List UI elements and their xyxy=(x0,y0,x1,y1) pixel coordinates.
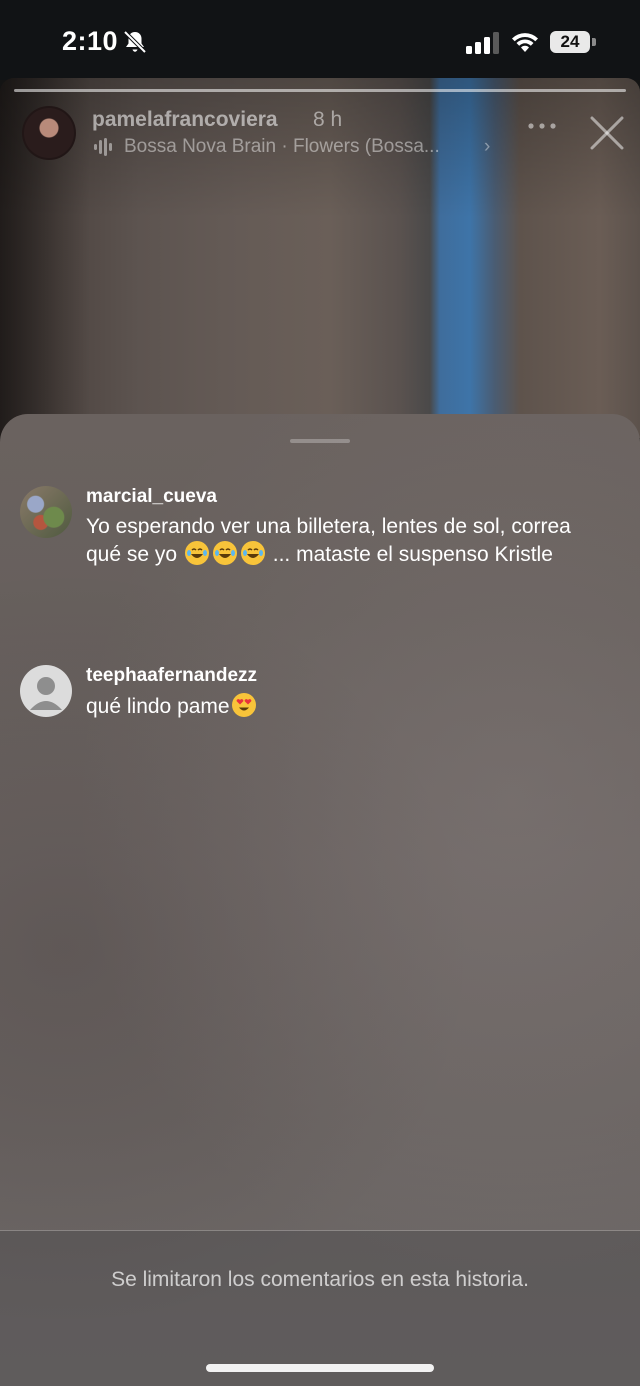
joy-emoji-icon xyxy=(212,540,237,565)
comment-text-start: qué lindo pame xyxy=(86,695,230,718)
battery-tip xyxy=(592,38,596,46)
more-options-icon[interactable] xyxy=(526,116,558,136)
story-header: pamelafrancoviera 8 h Bossa Nova Brain ·… xyxy=(0,100,640,170)
status-bar: 2:10 24 xyxy=(0,0,640,80)
story-time-ago: 8 h xyxy=(313,108,343,131)
battery-level: 24 xyxy=(550,31,590,53)
status-time: 2:10 xyxy=(62,26,119,56)
battery-indicator: 24 xyxy=(550,31,598,55)
comment-username[interactable]: marcial_cueva xyxy=(86,486,217,508)
close-icon[interactable] xyxy=(588,114,626,152)
audio-waveform-icon xyxy=(94,138,112,156)
comment-text: qué lindo pame xyxy=(86,693,606,721)
comments-limited-footer: Se limitaron los comentarios en esta his… xyxy=(0,1231,640,1386)
story-music-label[interactable]: Bossa Nova Brain · Flowers (Bossa... xyxy=(124,136,469,158)
comment-avatar[interactable] xyxy=(20,486,72,538)
story-progress-bar xyxy=(14,89,626,92)
joy-emoji-icon xyxy=(184,540,209,565)
bell-slash-icon xyxy=(123,30,147,54)
home-indicator[interactable] xyxy=(206,1364,434,1372)
cellular-signal-icon xyxy=(466,32,499,54)
sheet-drag-handle[interactable] xyxy=(290,439,350,443)
joy-emoji-icon xyxy=(240,540,265,565)
comment-item: marcial_cueva Yo esperando ver una bille… xyxy=(0,486,640,616)
comment-avatar-placeholder[interactable] xyxy=(20,665,72,717)
wifi-icon xyxy=(512,33,538,52)
story-avatar[interactable] xyxy=(22,106,76,160)
comment-text-end: ... mataste el suspenso Kristle xyxy=(266,542,553,566)
story-username[interactable]: pamelafrancoviera xyxy=(92,108,278,132)
comments-sheet: marcial_cueva Yo esperando ver una bille… xyxy=(0,414,640,1386)
heart-eyes-emoji-icon xyxy=(231,693,256,717)
comment-item: teephaafernandezz qué lindo pame xyxy=(0,665,640,745)
default-user-icon xyxy=(30,677,62,710)
comment-text: Yo esperando ver una billetera, lentes d… xyxy=(86,514,606,568)
comment-username[interactable]: teephaafernandezz xyxy=(86,665,257,687)
chevron-right-icon[interactable]: › xyxy=(484,136,490,158)
comments-limited-notice: Se limitaron los comentarios en esta his… xyxy=(111,1268,529,1291)
